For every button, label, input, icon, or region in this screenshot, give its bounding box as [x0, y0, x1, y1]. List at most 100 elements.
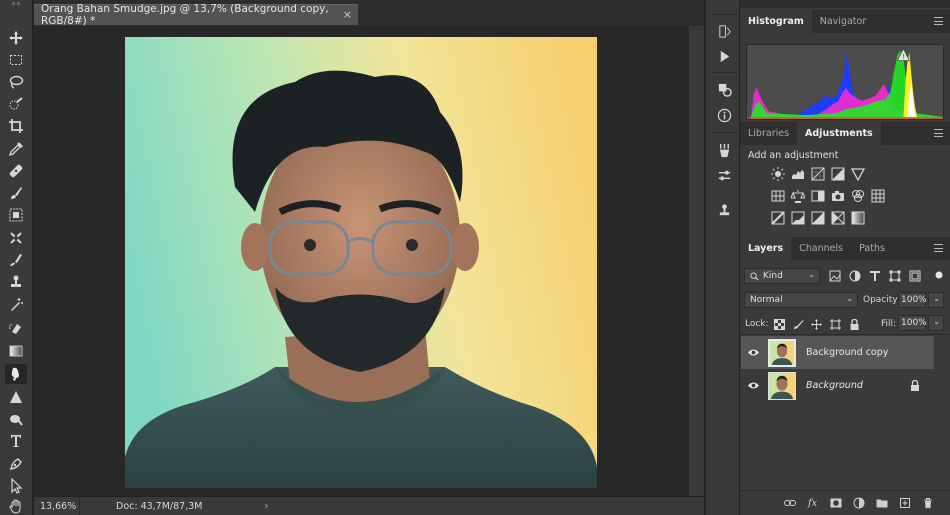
black-white-icon[interactable] — [810, 188, 825, 203]
zoom-level[interactable]: 13,66% — [34, 497, 80, 515]
document-tab[interactable]: Orang Bahan Smudge.jpg @ 13,7% (Backgrou… — [34, 3, 358, 27]
brightness-icon[interactable] — [770, 166, 785, 181]
new-group-icon[interactable] — [875, 497, 888, 510]
vertical-scrollbar[interactable] — [689, 26, 704, 496]
curves-icon[interactable] — [810, 166, 825, 181]
color-balance-icon[interactable] — [790, 188, 805, 203]
layer-filter-select[interactable]: Kind ⌄ — [744, 268, 820, 284]
gradient-tool-icon[interactable] — [5, 341, 27, 361]
eyedropper-tool-icon[interactable] — [5, 139, 27, 159]
type-tool-icon[interactable] — [5, 431, 27, 451]
opacity-field[interactable]: 100% — [898, 292, 927, 308]
tab-histogram[interactable]: Histogram — [740, 10, 812, 33]
marquee-tool-icon[interactable] — [5, 50, 27, 70]
smart-object-filter-icon[interactable] — [908, 269, 921, 282]
smudge-tool-icon[interactable] — [5, 364, 27, 384]
status-menu-arrow[interactable]: › — [264, 501, 268, 512]
exposure-icon[interactable] — [830, 166, 845, 181]
panel-menu-icon[interactable] — [934, 17, 943, 25]
brush-settings-icon[interactable] — [715, 141, 733, 159]
opacity-dropdown[interactable]: ⌄ — [928, 292, 944, 308]
spot-healing-tool-icon[interactable] — [5, 295, 27, 315]
histogram-tabs: Histogram Navigator — [740, 10, 950, 33]
lock-all-icon[interactable] — [848, 318, 860, 330]
move-tool-icon[interactable] — [5, 28, 27, 48]
color-lookup-icon[interactable] — [870, 188, 885, 203]
tab-channels[interactable]: Channels — [791, 237, 851, 260]
tab-libraries[interactable]: Libraries — [740, 122, 797, 145]
tab-paths[interactable]: Paths — [851, 237, 893, 260]
type-filter-icon[interactable] — [868, 269, 881, 282]
layer-style-fx-icon[interactable]: fx — [806, 497, 819, 510]
add-mask-icon[interactable] — [829, 497, 842, 510]
lasso-tool-icon[interactable] — [5, 72, 27, 92]
histogram-graph: ! — [746, 44, 944, 120]
play-actions-icon[interactable] — [715, 47, 733, 65]
adjustments-row — [770, 166, 865, 181]
histogram-warning-icon[interactable]: ! — [902, 53, 905, 61]
selective-color-icon[interactable] — [830, 210, 845, 225]
canvas-image[interactable] — [125, 37, 597, 488]
hand-tool-icon[interactable] — [5, 496, 27, 515]
adjustment-filter-icon[interactable] — [848, 269, 861, 282]
direct-selection-tool-icon[interactable] — [5, 476, 27, 496]
lock-position-icon[interactable] — [810, 318, 822, 330]
quick-selection-tool-icon[interactable] — [5, 94, 27, 114]
hue-saturation-icon[interactable] — [770, 188, 785, 203]
lock-transparent-pixels-icon[interactable] — [773, 318, 785, 330]
background-eraser-tool-icon[interactable] — [5, 318, 27, 338]
layer-row-background[interactable]: Background — [741, 369, 934, 402]
lock-icon[interactable] — [910, 380, 920, 391]
new-adjustment-layer-icon[interactable] — [852, 497, 865, 510]
vibrance-icon[interactable] — [850, 166, 865, 181]
info-panel-icon[interactable] — [715, 106, 733, 124]
tab-navigator[interactable]: Navigator — [812, 10, 874, 33]
shape-filter-icon[interactable] — [888, 269, 901, 282]
layer-name[interactable]: Background — [806, 380, 863, 391]
history-panel-icon[interactable] — [715, 22, 733, 40]
lock-image-pixels-icon[interactable] — [792, 318, 804, 330]
photo-filter-icon[interactable] — [830, 188, 845, 203]
brush-tool-icon[interactable] — [5, 183, 27, 203]
blend-mode-select[interactable]: Normal ⌄ — [744, 292, 858, 308]
clone-stamp-tool-icon[interactable] — [5, 205, 27, 225]
channel-mixer-icon[interactable] — [850, 188, 865, 203]
panel-menu-icon[interactable] — [934, 129, 943, 137]
layer-name[interactable]: Background copy — [806, 347, 888, 358]
close-icon[interactable]: × — [343, 8, 352, 21]
lock-artboard-icon[interactable] — [829, 318, 841, 330]
panel-collapse-bar[interactable] — [740, 0, 950, 8]
crop-tool-icon[interactable] — [5, 116, 27, 136]
new-layer-icon[interactable] — [898, 497, 911, 510]
visibility-eye-icon[interactable] — [741, 381, 765, 390]
visibility-eye-icon[interactable] — [741, 348, 765, 357]
3d-panel-icon[interactable] — [715, 80, 733, 98]
panel-menu-icon[interactable] — [934, 244, 943, 252]
path-selection-tool-icon[interactable] — [5, 454, 27, 474]
link-layers-icon[interactable] — [783, 497, 796, 510]
pen-tool-icon[interactable] — [5, 409, 27, 429]
delete-layer-icon[interactable] — [921, 497, 934, 510]
toolbar-grip[interactable] — [0, 0, 32, 8]
lock-label: Lock: — [745, 319, 769, 329]
posterize-icon[interactable] — [790, 210, 805, 225]
stamp-tool-icon[interactable] — [5, 272, 27, 292]
threshold-icon[interactable] — [810, 210, 825, 225]
history-brush-tool-icon[interactable] — [5, 228, 27, 248]
fill-field[interactable]: 100% — [898, 315, 927, 331]
clone-source-icon[interactable] — [715, 201, 733, 219]
healing-brush-tool-icon[interactable] — [5, 161, 27, 181]
eraser-tool-icon[interactable] — [5, 250, 27, 270]
dodge-tool-icon[interactable] — [5, 387, 27, 407]
tab-layers[interactable]: Layers — [740, 237, 792, 260]
levels-icon[interactable] — [790, 166, 805, 181]
layer-row-background-copy[interactable]: Background copy — [741, 336, 934, 369]
fill-dropdown[interactable]: ⌄ — [928, 315, 944, 331]
gradient-map-icon[interactable] — [850, 210, 865, 225]
tab-adjustments[interactable]: Adjustments — [797, 122, 881, 145]
pixel-filter-icon[interactable] — [828, 269, 841, 282]
properties-panel-icon[interactable] — [715, 166, 733, 184]
filter-toggle-icon[interactable] — [932, 268, 945, 281]
document-tab-title: Orang Bahan Smudge.jpg @ 13,7% (Backgrou… — [41, 3, 329, 27]
invert-icon[interactable] — [770, 210, 785, 225]
